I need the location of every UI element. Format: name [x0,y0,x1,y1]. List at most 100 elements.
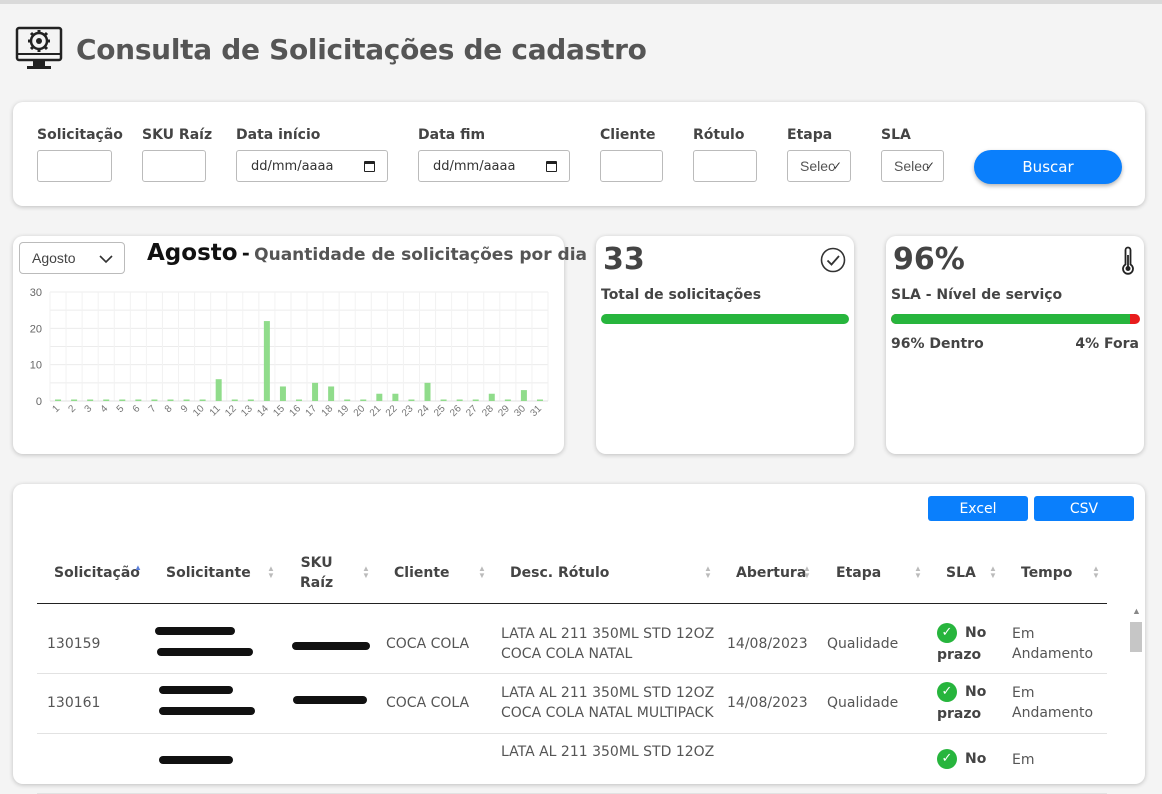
x-tick-label: 5 [115,403,127,415]
y-tick-label: 0 [36,396,42,408]
monitor-gear-icon [15,26,63,69]
data-fim-label: Data fim [418,127,486,143]
header-divider [37,603,1107,604]
x-tick-label: 11 [208,403,223,418]
cell-sla-line1: No [965,625,987,641]
cell-sla-line1: No [965,684,987,700]
csv-export-button[interactable]: CSV [1034,496,1134,521]
col-sku[interactable]: SKU Raíz [300,553,333,593]
cell-tempo-line1: Em [1012,626,1035,642]
x-tick-label: 7 [147,403,159,415]
sort-icon[interactable]: ▲ ▼ [914,565,922,580]
x-tick-label: 30 [512,403,528,419]
cell-abertura: 14/08/2023 [727,695,808,711]
col-desc-rotulo[interactable]: Desc. Rótulo [510,563,609,583]
sla-label: SLA [881,127,911,143]
sort-icon[interactable]: ▲ ▼ [989,565,997,580]
x-tick-label: 19 [336,403,352,419]
x-tick-label: 29 [496,403,512,419]
sort-icon[interactable]: ▲ ▼ [704,565,712,580]
data-fim-value: dd/mm/aaaa [433,158,516,174]
table-scrollbar[interactable]: ▲ [1129,604,1143,786]
bar-day-22 [392,393,399,401]
cell-desc-line1: LATA AL 211 350ML STD 12OZ [501,626,715,642]
x-tick-label: 4 [99,403,111,415]
kpi-sla-outside: 4% Fora [1075,336,1139,352]
buscar-button[interactable]: Buscar [974,150,1122,184]
x-tick-label: 8 [163,403,175,415]
sort-icon[interactable]: ▲ ▼ [478,565,486,580]
cell-desc-line2: COCA COLA NATAL MULTIPACK [501,705,714,721]
bar-day-23 [408,399,415,401]
redacted-sku [293,696,367,704]
cell-desc-line2: COCA COLA NATAL [501,646,633,662]
calendar-icon[interactable] [364,160,375,172]
kpi-sla-bar [891,314,1140,324]
kpi-sla-label: SLA - Nível de serviço [891,287,1063,303]
cell-tempo: Em [1012,750,1034,770]
scroll-thumb[interactable] [1130,622,1142,652]
sla-select[interactable]: Selecione ✓ [881,150,944,182]
bar-day-10 [199,399,206,401]
col-cliente[interactable]: Cliente [394,563,450,583]
col-abertura[interactable]: Abertura [736,563,806,583]
col-sla[interactable]: SLA [946,563,976,583]
x-tick-label: 17 [304,403,320,419]
col-tempo[interactable]: Tempo [1021,563,1072,583]
kpi-sla-card: 96% SLA - Nível de serviço 96% Dentro 4%… [886,236,1144,454]
col-solicitacao[interactable]: Solicitação [54,563,140,583]
cell-sla-line2: prazo [937,647,982,663]
cliente-label: Cliente [600,127,656,143]
sort-icon[interactable]: ▲ ▼ [267,565,275,580]
page-header: Consulta de Solicitações de cadastro [14,24,647,74]
x-tick-label: 14 [255,403,271,419]
etapa-select[interactable]: Selecione ✓ [787,150,851,182]
table-row[interactable]: 130159 COCA COLA LATA AL 211 350ML STD 1… [37,614,1107,674]
chevron-down-icon [99,255,113,264]
solicitacao-input[interactable] [37,150,112,182]
sort-icon[interactable]: ▲ [134,564,142,572]
excel-export-button[interactable]: Excel [928,496,1028,521]
bar-day-27 [472,399,479,401]
redacted-solicitante [157,648,253,656]
cliente-input[interactable] [600,150,663,182]
etapa-label: Etapa [787,127,833,143]
col-sku-line2: Raíz [300,575,334,591]
bar-day-28 [488,393,495,401]
bar-day-31 [536,399,543,401]
month-select[interactable]: Agosto [19,242,125,274]
col-etapa[interactable]: Etapa [836,563,881,583]
daily-requests-bar-chart: 01020301 2 3 4 5 6 7 8 9 10 11 12 13 14 15 16 17 18 19 20 21… [30,287,549,419]
sort-icon[interactable]: ▲ ▼ [1092,565,1100,580]
cell-sla: ✓ No [937,748,986,770]
x-tick-label: 12 [223,403,239,419]
chart-title-text: Quantidade de solicitações por dia [254,245,587,265]
check-circle-icon: ✓ [937,749,957,769]
x-tick-label: 27 [464,403,480,419]
sort-icon[interactable]: ▲ ▼ [362,565,370,580]
bar-day-8 [167,399,174,401]
sku-input[interactable] [142,150,206,182]
scroll-up-arrow-icon[interactable]: ▲ [1132,606,1141,616]
chart-title: Agosto - Quantidade de solicitações por … [147,239,587,266]
x-tick-label: 23 [400,403,416,419]
x-tick-label: 21 [368,403,384,419]
sort-icon[interactable]: ▲ ▼ [803,565,811,580]
table-row[interactable]: LATA AL 211 350ML STD 12OZ ✓ No Em [37,734,1107,794]
cell-etapa: Qualidade [827,636,899,652]
data-fim-input[interactable]: dd/mm/aaaa [418,150,570,182]
calendar-icon[interactable] [546,160,557,172]
x-tick-label: 2 [67,403,79,415]
bar-day-2 [71,399,78,401]
chart-title-month: Agosto [147,240,238,266]
rotulo-input[interactable] [693,150,757,182]
redacted-solicitante [155,627,235,635]
col-sku-line1: SKU [300,555,333,571]
results-table-panel: Excel CSV Solicitação ▲ Solicitante ▲ ▼ S… [13,484,1145,794]
table-row[interactable]: 130161 COCA COLA LATA AL 211 350ML STD 1… [37,674,1107,734]
cell-solicitacao: 130161 [47,695,101,711]
col-solicitante[interactable]: Solicitante [166,563,251,583]
data-inicio-input[interactable]: dd/mm/aaaa [236,150,388,182]
x-tick-label: 31 [528,403,544,419]
kpi-sla-inside: 96% Dentro [891,336,984,352]
